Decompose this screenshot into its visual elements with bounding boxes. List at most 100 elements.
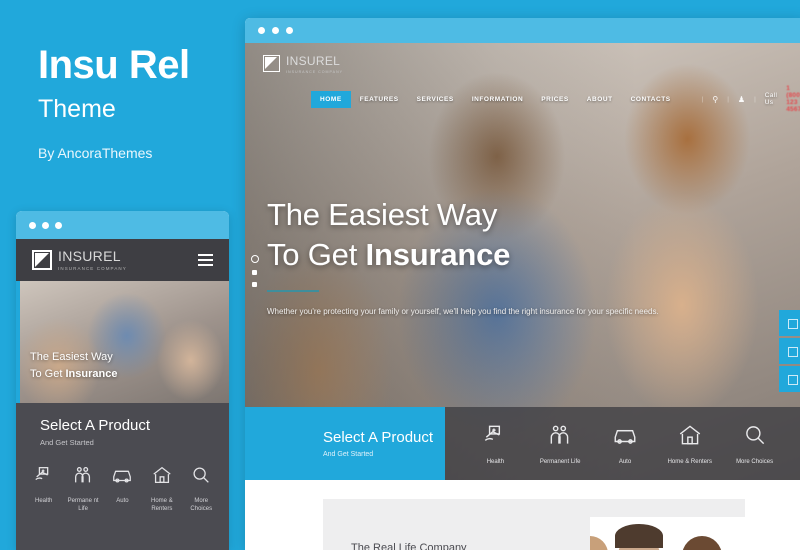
person-head-3	[590, 536, 608, 550]
house-icon	[679, 425, 700, 445]
bottom-section-title: The Real Life Company	[351, 542, 467, 550]
mobile-product-label: Permane nt Life	[67, 498, 99, 513]
mobile-logo-name: INSUREL	[58, 248, 121, 264]
product-label: Home & Renters	[667, 459, 712, 465]
phone-number[interactable]: 1 (800) 123 4567	[786, 85, 800, 113]
share-button-3[interactable]	[779, 366, 800, 392]
promo-panel: Insu Rel Theme By AncoraThemes	[38, 44, 238, 161]
mobile-hero-heading: The Easiest Way To Get Insurance	[30, 349, 117, 383]
insurel-logo-icon	[32, 250, 52, 270]
nav-item-contacts[interactable]: CONTACTS	[622, 91, 680, 108]
slider-dot-2[interactable]	[252, 270, 257, 275]
window-dot-2[interactable]	[272, 27, 279, 34]
slider-dot-1-active[interactable]	[250, 255, 259, 263]
mobile-product-label: Home & Renters	[151, 498, 173, 513]
hero-line2: To Get	[267, 236, 366, 272]
mobile-select-title: Select A Product	[40, 417, 151, 434]
product-label: Auto	[618, 459, 632, 465]
search-magnifier-icon	[193, 467, 210, 483]
select-product-heading: Select A Product And Get Started	[245, 407, 445, 480]
desktop-select-product: Select A Product And Get Started Health …	[245, 407, 800, 480]
mobile-logo[interactable]: INSUREL INSURANCE COMPANY	[32, 249, 127, 272]
mobile-product-health[interactable]: Health	[26, 464, 62, 513]
nav-item-home[interactable]: HOME	[311, 90, 351, 108]
mobile-mockup: INSUREL INSURANCE COMPANY The Easiest Wa…	[16, 211, 229, 550]
product-permanent-life[interactable]: Permanent Life	[529, 422, 591, 465]
desktop-hero-content: The Easiest Way To Get Insurance Whether…	[267, 195, 659, 321]
product-health[interactable]: Health	[464, 422, 526, 465]
share-button-2[interactable]	[779, 338, 800, 364]
desktop-logo[interactable]: INSUREL INSURANCE COMPANY	[263, 53, 791, 74]
select-title: Select A Product	[323, 429, 434, 446]
divider: |	[701, 95, 704, 103]
user-account-icon[interactable]: ♟	[738, 95, 745, 104]
product-label: More Choices	[736, 459, 774, 465]
mobile-product-label: More Choices	[190, 498, 213, 513]
product-home-renters[interactable]: Home & Renters	[659, 422, 721, 465]
hamburger-menu-icon[interactable]	[198, 254, 213, 266]
brand-name-light: REL	[92, 247, 121, 264]
hero-slider-dots	[250, 255, 259, 294]
hero-line1: The Easiest Way	[267, 197, 498, 232]
people-family-icon	[550, 425, 569, 444]
select-subtitle: And Get Started	[323, 451, 374, 458]
desktop-header: INSUREL INSURANCE COMPANY HOME FEATURES …	[245, 43, 800, 113]
mobile-product-auto[interactable]: Auto	[104, 464, 140, 513]
window-dot-1[interactable]	[258, 27, 265, 34]
nav-item-information[interactable]: INFORMATION	[463, 91, 532, 108]
product-label: Health	[486, 459, 505, 465]
product-list: Health Permanent Life Auto Home & Renter…	[445, 407, 800, 480]
brand-tagline: INSURANCE COMPANY	[58, 265, 127, 271]
window-dot-3[interactable]	[286, 27, 293, 34]
hero-divider	[267, 290, 319, 293]
person-head-2	[682, 536, 722, 550]
mobile-hero: The Easiest Way To Get Insurance	[16, 281, 229, 403]
window-dot-1[interactable]	[29, 221, 36, 229]
search-icon[interactable]: ⚲	[712, 95, 718, 104]
product-more-choices[interactable]: More Choices	[724, 422, 786, 465]
slider-dot-3[interactable]	[252, 282, 257, 287]
health-hand-icon	[34, 467, 48, 481]
brand-name-bold: INSU	[286, 54, 316, 68]
nav-item-features[interactable]: FEATURES	[351, 91, 408, 108]
theme-name: Insu Rel	[38, 43, 190, 87]
desktop-header-tools: | ⚲ | ♟ | Call Us 1 (800) 123 4567	[702, 85, 800, 113]
search-magnifier-icon	[745, 426, 764, 445]
product-label: Permanent Life	[539, 459, 581, 465]
mobile-window-bar	[16, 211, 229, 239]
hero-heading: The Easiest Way To Get Insurance	[267, 195, 659, 274]
mobile-product-more-choices[interactable]: More Choices	[183, 464, 219, 513]
divider: |	[754, 95, 756, 103]
hero-description: Whether you're protecting your family or…	[267, 307, 659, 317]
nav-item-services[interactable]: SERVICES	[408, 91, 463, 108]
house-icon	[153, 466, 171, 483]
mobile-product-label: Health	[35, 498, 53, 504]
desktop-window-bar	[245, 18, 800, 43]
window-dot-2[interactable]	[42, 221, 49, 229]
mobile-product-permanent-life[interactable]: Permane nt Life	[65, 464, 101, 513]
mobile-product-home-renters[interactable]: Home & Renters	[144, 464, 180, 513]
theme-subtitle: Theme	[38, 95, 116, 123]
window-dot-3[interactable]	[55, 221, 62, 229]
share-button-1[interactable]	[779, 310, 800, 336]
health-hand-icon	[485, 425, 501, 441]
theme-author: By AncoraThemes	[38, 145, 153, 161]
mobile-hero-photo	[16, 281, 229, 403]
mobile-hero-accent-bar	[16, 281, 20, 403]
insurel-logo-icon	[263, 55, 280, 73]
product-auto[interactable]: Auto	[594, 422, 656, 465]
desktop-mockup: INSUREL INSURANCE COMPANY HOME FEATURES …	[245, 18, 800, 550]
car-icon	[113, 470, 132, 483]
divider: |	[727, 95, 729, 103]
car-icon	[614, 429, 636, 444]
desktop-main-menu: HOME FEATURES SERVICES INFORMATION PRICE…	[263, 85, 800, 113]
brand-name-light: REL	[315, 54, 341, 68]
call-us-label: Call Us	[764, 92, 778, 107]
brand-name-bold: INSU	[58, 247, 93, 264]
brand-tagline: INSURANCE COMPANY	[286, 69, 344, 74]
nav-item-prices[interactable]: PRICES	[532, 91, 578, 108]
nav-item-about[interactable]: ABOUT	[578, 91, 622, 108]
mobile-navbar: INSUREL INSURANCE COMPANY	[16, 239, 229, 281]
bottom-section-photo	[590, 517, 745, 550]
desktop-bottom-section: The Real Life Company	[245, 480, 800, 550]
